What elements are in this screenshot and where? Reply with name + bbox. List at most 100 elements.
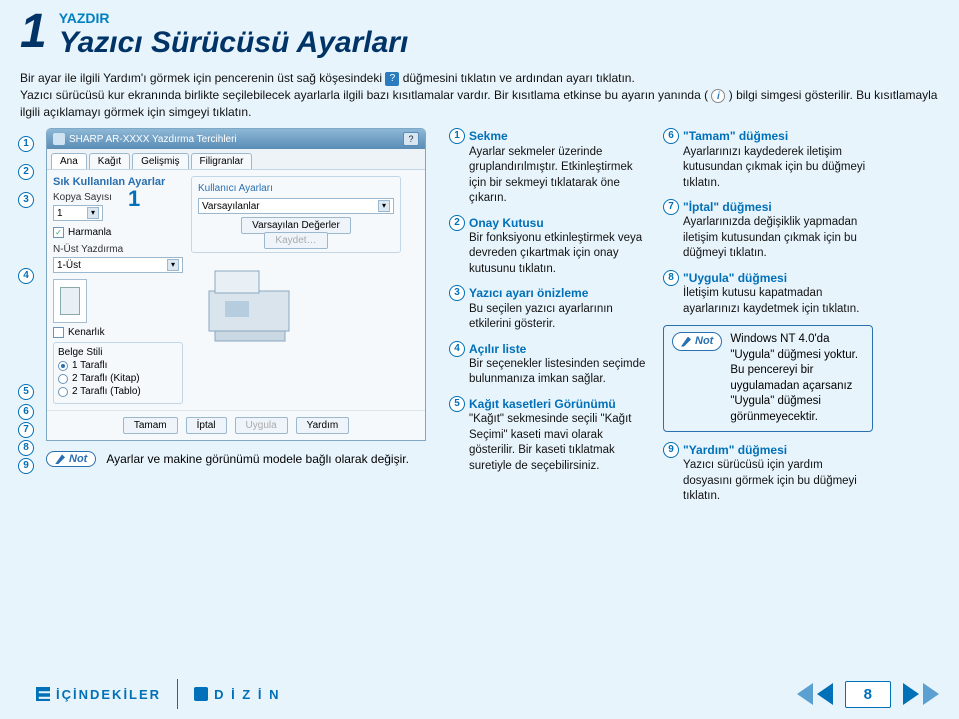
callout-6: 6 [18,404,34,420]
nav-first-icon[interactable] [797,683,813,705]
tab-kagit[interactable]: Kağıt [89,153,130,169]
callout-5: 5 [18,384,34,400]
tab-filigranlar[interactable]: Filigranlar [191,153,253,169]
printer-icon [53,133,65,145]
help-icon: ? [385,72,399,86]
label-2tarafli-kitap: 2 Taraflı (Kitap) [72,373,140,384]
nav-next-icon[interactable] [903,683,919,705]
section-subtitle: YAZDIR [59,10,409,26]
mid-num-2: 2 [449,215,465,231]
label-kopya: Kopya Sayısı [53,192,183,203]
nav-prev-icon[interactable] [817,683,833,705]
callout-1: 1 [18,136,34,152]
nav-last-icon[interactable] [923,683,939,705]
callout-4: 4 [18,268,34,284]
chapter-number: 1 [20,10,47,53]
mid-num-1: 1 [449,128,465,144]
right-title-8: "Uygula" düğmesi [683,270,787,286]
label-kenarlik: Kenarlık [68,327,105,338]
callout-9: 9 [18,458,34,474]
right-body-6: Ayarlarınızı kaydederek iletişim kutusun… [663,145,873,192]
section-sik-kullanilan: Sık Kullanılan Ayarlar [53,176,183,188]
intro-text-1b: düğmesini tıklatın ve ardından ayarı tık… [403,71,635,85]
intro-text-2a: Yazıcı sürücüsü kur ekranında birlikte s… [20,88,711,102]
btn-yardim[interactable]: Yardım [296,417,350,434]
tab-gelismis[interactable]: Gelişmiş [132,153,188,169]
intro-text-1a: Bir ayar ile ilgili Yardım'ı görmek için… [20,71,385,85]
label-kullanici-ayarlari: Kullanıcı Ayarları [198,183,394,194]
note-badge-right: Not [672,332,722,351]
label-nust: N-Üst Yazdırma [53,244,183,255]
page-number: 8 [845,681,891,708]
radio-2tarafli-kitap[interactable] [58,374,68,384]
mid-title-5: Kağıt kasetleri Görünümü [469,396,616,412]
right-title-7: "İptal" düğmesi [683,199,772,215]
label-1tarafli: 1 Taraflı [72,360,107,371]
dialog-title: SHARP AR-XXXX Yazdırma Tercihleri [69,134,237,145]
chevron-down-icon: ▾ [167,259,179,271]
note-right-text: Windows NT 4.0'da "Uygula" düğmesi yoktu… [730,332,864,425]
checkbox-kenarlik[interactable] [53,327,64,338]
contents-icon [36,687,50,701]
right-body-9: Yazıcı sürücüsü için yardım dosyasını gö… [663,458,873,505]
mid-body-3: Bu seçilen yazıcı ayarlarının etkilerini… [449,302,649,333]
mid-body-5: "Kağıt" sekmesinde seçili "Kağıt Seçimi"… [449,412,649,474]
dialog-help-button[interactable]: ? [403,132,419,146]
mid-title-2: Onay Kutusu [469,215,544,231]
callout-8: 8 [18,440,34,456]
note-left-text: Ayarlar ve makine görünümü modele bağlı … [106,452,409,466]
note-label-right: Not [695,334,713,349]
right-num-9: 9 [663,442,679,458]
nust-preview [53,279,87,323]
printer-dialog: SHARP AR-XXXX Yazdırma Tercihleri ? Ana … [46,128,426,441]
preview-big-number: 1 [128,186,140,212]
checkbox-harmanla[interactable]: ✓ [53,227,64,238]
spinner-arrows-icon: ▾ [87,207,99,219]
select-kullanici[interactable]: Varsayılanlar▾ [198,198,394,214]
mid-title-1: Sekme [469,128,508,144]
spinner-kopya[interactable]: 1▾ [53,205,103,221]
footer-index-link[interactable]: D İ Z İ N [178,681,296,708]
index-icon [194,687,208,701]
mid-title-4: Açılır liste [469,341,526,357]
mid-body-1: Ayarlar sekmeler üzerinde gruplandırılmı… [449,145,649,207]
right-body-7: Ayarlarınızda değişiklik yapmadan iletiş… [663,215,873,262]
mid-body-2: Bir fonksiyonu etkinleştirmek veya devre… [449,231,649,278]
callout-7: 7 [18,422,34,438]
btn-uygula[interactable]: Uygula [235,417,288,434]
pencil-icon [681,337,691,347]
label-belge-stili: Belge Stili [58,347,178,358]
info-icon: i [711,89,725,103]
label-2tarafli-tablo: 2 Taraflı (Tablo) [72,386,141,397]
btn-tamam[interactable]: Tamam [123,417,178,434]
right-num-6: 6 [663,128,679,144]
note-label: Not [69,453,87,465]
mid-num-5: 5 [449,396,465,412]
dialog-titlebar: SHARP AR-XXXX Yazdırma Tercihleri ? [47,129,425,149]
radio-2tarafli-tablo[interactable] [58,387,68,397]
right-title-9: "Yardım" düğmesi [683,442,787,458]
pencil-icon [55,454,65,464]
tab-ana[interactable]: Ana [51,153,87,169]
chevron-down-icon: ▾ [378,200,390,212]
radio-1tarafli[interactable] [58,361,68,371]
right-num-7: 7 [663,199,679,215]
footer-contents-label: İÇİNDEKİLER [56,687,161,702]
mid-body-4: Bir seçenekler listesinden seçimde bulun… [449,357,649,388]
btn-iptal[interactable]: İptal [186,417,227,434]
btn-kaydet[interactable]: Kaydet… [264,232,327,249]
note-badge: Not [46,451,96,467]
right-num-8: 8 [663,270,679,286]
mid-num-3: 3 [449,285,465,301]
footer-contents-link[interactable]: İÇİNDEKİLER [20,681,177,708]
select-nust[interactable]: 1-Üst ▾ [53,257,183,273]
note-box-right: Not Windows NT 4.0'da "Uygula" düğmesi y… [663,325,873,432]
printer-preview [191,261,311,346]
nust-value: 1-Üst [57,260,81,271]
callout-3: 3 [18,192,34,208]
label-harmanla: Harmanla [68,227,111,238]
footer-index-label: D İ Z İ N [214,687,280,702]
right-body-8: İletişim kutusu kapatmadan ayarlarınızı … [663,286,873,317]
mid-title-3: Yazıcı ayarı önizleme [469,285,588,301]
right-title-6: "Tamam" düğmesi [683,128,788,144]
